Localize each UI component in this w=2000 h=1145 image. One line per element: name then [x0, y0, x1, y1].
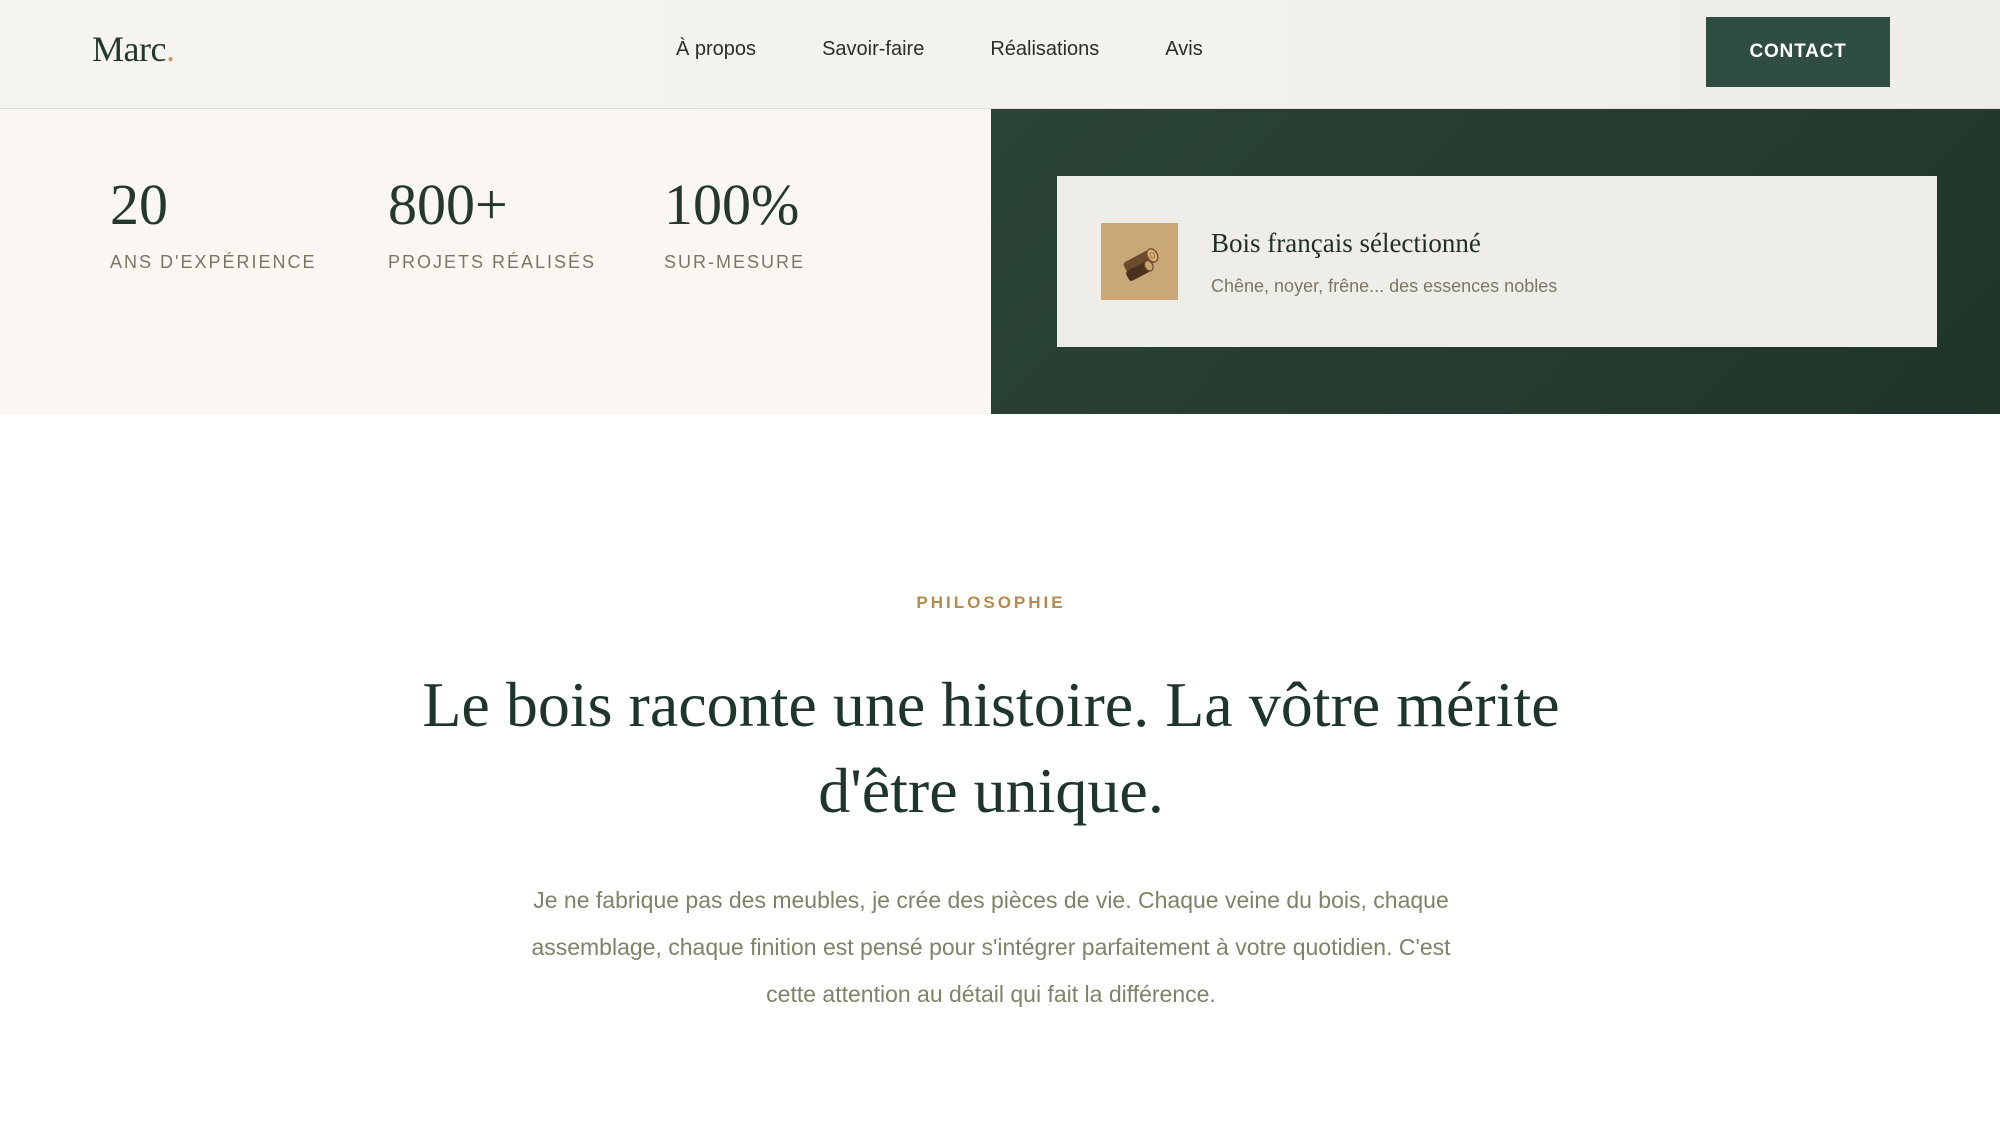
nav-link-a-propos[interactable]: À propos — [676, 38, 756, 61]
section-kicker: PHILOSOPHIE — [916, 593, 1066, 612]
feature-card: Bois français sélectionné Chêne, noyer, … — [1057, 176, 1937, 347]
logo-dot: . — [165, 29, 175, 69]
wood-log-icon — [1101, 223, 1178, 300]
logo-text: Marc — [92, 29, 166, 69]
stat-value: 800+ — [388, 172, 508, 237]
feature-subtitle: Chêne, noyer, frêne... des essences nobl… — [1211, 276, 1558, 296]
stat-value: 100% — [664, 172, 800, 237]
feature-title: Bois français sélectionné — [1211, 228, 1481, 258]
stats-band: 20 ANS D'EXPÉRIENCE 800+ PROJETS RÉALISÉ… — [0, 110, 991, 414]
nav-link-avis[interactable]: Avis — [1165, 38, 1202, 61]
stat-projects: 800+ PROJETS RÉALISÉS — [388, 176, 596, 273]
nav-link-savoir-faire[interactable]: Savoir-faire — [822, 38, 924, 61]
section-title: Le bois raconte une histoire. La vôtre m… — [422, 669, 1560, 826]
nav-link-realisations[interactable]: Réalisations — [990, 38, 1099, 61]
feature-panel: Bois français sélectionné Chêne, noyer, … — [991, 109, 2000, 414]
section-body: Je ne fabrique pas des meubles, je crée … — [531, 887, 1451, 1007]
site-header: Marc. À propos Savoir-faire Réalisations… — [0, 0, 2000, 109]
stat-custom: 100% SUR-MESURE — [664, 176, 805, 273]
contact-button[interactable]: CONTACT — [1706, 17, 1890, 87]
main-nav: À propos Savoir-faire Réalisations Avis — [676, 38, 1203, 61]
stat-experience: 20 ANS D'EXPÉRIENCE — [110, 176, 316, 273]
logo[interactable]: Marc. — [92, 28, 175, 70]
stat-value: 20 — [110, 172, 168, 237]
stat-label: ANS D'EXPÉRIENCE — [110, 252, 317, 272]
stat-label: PROJETS RÉALISÉS — [388, 252, 597, 272]
stat-label: SUR-MESURE — [664, 252, 806, 272]
